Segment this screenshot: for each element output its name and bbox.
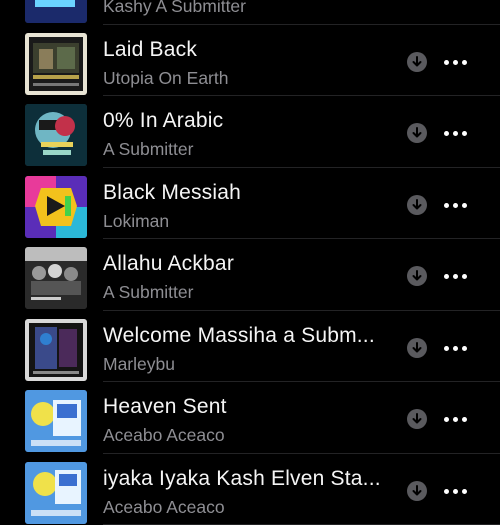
song-row[interactable]: Black Messiah Lokiman [0,168,500,240]
album-art [25,0,87,23]
more-options-icon[interactable] [442,123,470,143]
song-title: 0% In Arabic [103,109,223,133]
more-options-icon[interactable] [442,338,470,358]
more-options-icon[interactable] [442,409,470,429]
download-icon[interactable] [407,409,427,429]
song-artist: A Submitter [103,282,193,303]
song-artist: Kashy A Submitter [103,0,246,17]
song-row[interactable]: Kashy A Submitter [0,0,500,25]
song-row[interactable]: Laid Back Utopia On Earth [0,25,500,97]
song-title: Allahu Ackbar [103,252,234,276]
download-icon[interactable] [407,52,427,72]
song-row[interactable]: 0% In Arabic A Submitter [0,96,500,168]
song-artist: Aceabo Aceaco [103,425,225,446]
song-title: Black Messiah [103,181,241,205]
download-icon[interactable] [407,123,427,143]
download-icon[interactable] [407,481,427,501]
album-art [25,176,87,238]
song-row[interactable]: Allahu Ackbar A Submitter [0,239,500,311]
album-art [25,319,87,381]
song-artist: Marleybu [103,354,175,375]
song-title: iyaka Iyaka Kash Elven Sta... [103,467,381,491]
song-row[interactable]: iyaka Iyaka Kash Elven Sta... Aceabo Ace… [0,454,500,525]
song-row[interactable]: Heaven Sent Aceabo Aceaco [0,382,500,454]
more-options-icon[interactable] [442,481,470,501]
album-art [25,247,87,309]
song-artist: A Submitter [103,139,193,160]
more-options-icon[interactable] [442,266,470,286]
download-icon[interactable] [407,338,427,358]
song-artist: Lokiman [103,211,169,232]
album-art [25,33,87,95]
song-title: Welcome Massiha a Subm... [103,324,375,348]
song-title: Heaven Sent [103,395,227,419]
download-icon[interactable] [407,266,427,286]
album-art [25,462,87,524]
more-options-icon[interactable] [442,195,470,215]
song-list: Kashy A Submitter Laid Back Utopia On Ea… [0,0,500,525]
album-art [25,390,87,452]
song-row[interactable]: Welcome Massiha a Subm... Marleybu [0,311,500,383]
song-artist: Utopia On Earth [103,68,228,89]
album-art [25,104,87,166]
download-icon[interactable] [407,195,427,215]
song-title: Laid Back [103,38,197,62]
more-options-icon[interactable] [442,52,470,72]
